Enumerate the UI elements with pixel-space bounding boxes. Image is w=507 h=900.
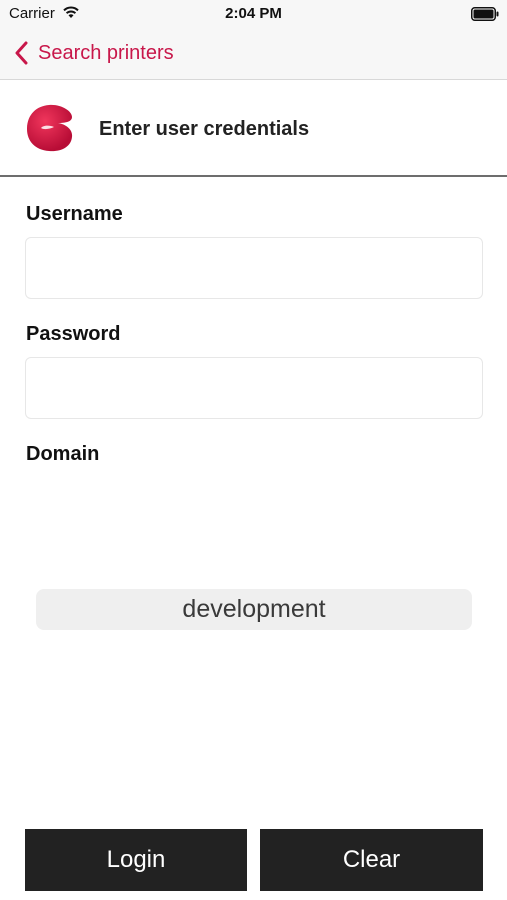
login-button[interactable]: Login xyxy=(25,829,247,891)
username-field[interactable] xyxy=(25,237,483,299)
clear-button[interactable]: Clear xyxy=(260,829,483,891)
status-bar: Carrier 2:04 PM xyxy=(0,0,507,28)
battery-icon xyxy=(471,7,499,21)
username-label: Username xyxy=(26,203,123,225)
navigation-bar: Search printers xyxy=(0,28,507,80)
domain-label: Domain xyxy=(26,443,100,465)
back-button-label: Search printers xyxy=(38,41,174,64)
back-button[interactable]: Search printers xyxy=(14,38,174,68)
chevron-left-icon xyxy=(15,41,28,65)
page-title: Enter user credentials xyxy=(99,118,310,140)
credentials-header: Enter user credentials xyxy=(0,80,507,177)
password-label: Password xyxy=(26,323,121,345)
status-time: 2:04 PM xyxy=(225,5,282,22)
password-field[interactable] xyxy=(25,357,483,419)
domain-picker-selected[interactable]: development xyxy=(36,589,472,630)
brand-logo xyxy=(27,104,73,152)
